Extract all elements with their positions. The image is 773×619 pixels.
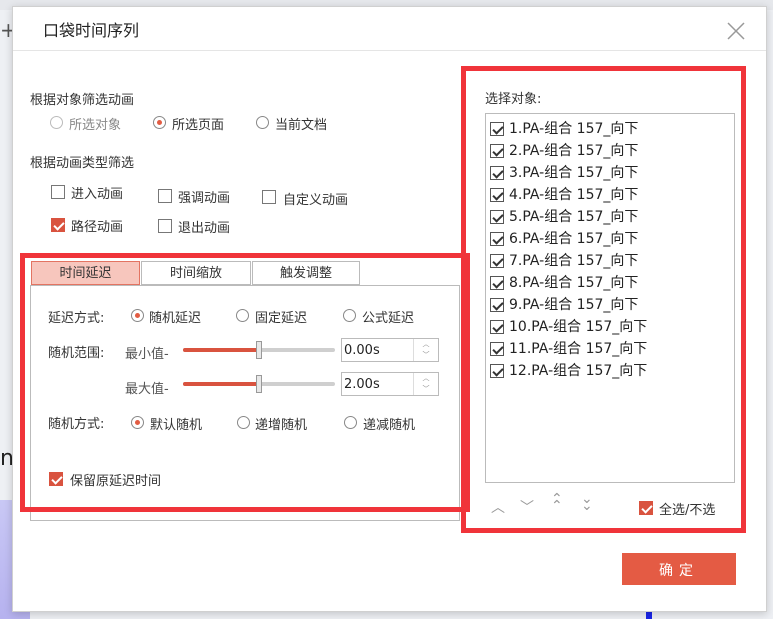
list-item-label: 5.PA-组合 157_向下 [509,209,639,225]
move-up-icon[interactable]: ︿ [491,497,505,517]
checkbox[interactable] [490,342,504,356]
list-item-label: 6.PA-组合 157_向下 [509,231,639,247]
time-delay-panel: 延迟方式: 随机延迟 固定延迟 公式延迟 随机范围: 最小值- 0.00s ︿ … [30,285,460,521]
list-item-label: 11.PA-组合 157_向下 [509,341,648,357]
list-item-label: 9.PA-组合 157_向下 [509,297,639,313]
random-mode-label: 随机方式: [48,417,105,432]
checkbox-label: 强调动画 [178,191,231,206]
move-top-icon[interactable]: ⌃ ⌃ [551,492,563,513]
min-value-slider[interactable] [183,338,335,362]
checkbox[interactable] [490,320,504,334]
checkbox[interactable] [490,166,504,180]
checkbox[interactable] [490,298,504,312]
radio-button[interactable] [131,309,144,322]
list-item-label: 4.PA-组合 157_向下 [509,187,639,203]
move-down-icon[interactable]: ﹀ [520,497,534,517]
checkbox[interactable] [49,472,63,486]
object-list[interactable]: 1.PA-组合 157_向下 2.PA-组合 157_向下 3.PA-组合 157_… [485,113,735,483]
radio-label: 当前文档 [275,118,328,133]
radio-button[interactable] [131,416,144,429]
checkbox[interactable] [490,188,504,202]
radio-label: 公式延迟 [362,311,415,326]
min-value-label: 最小值- [125,347,169,362]
checkbox[interactable] [158,189,172,203]
max-value-stepper[interactable]: ︿﹀ [341,372,439,396]
checkbox-label: 全选/不选 [659,503,716,518]
radio-label: 所选对象 [69,118,122,133]
move-bottom-icon[interactable]: ⌄ ⌄ [581,492,593,513]
stepper-arrows[interactable]: ︿ ﹀ [413,339,438,361]
checkbox[interactable] [158,219,172,233]
delay-mode-label: 延迟方式: [48,311,105,326]
select-objects-heading: 选择对象: [485,92,542,107]
checkbox[interactable] [639,501,653,515]
radio-button[interactable] [153,116,166,129]
checkbox[interactable] [51,185,65,199]
checkbox[interactable] [262,190,276,204]
checkbox[interactable] [490,232,504,246]
radio-button[interactable] [236,309,249,322]
checkbox[interactable] [490,210,504,224]
tab-trigger-adjust[interactable]: 触发调整 [252,261,360,285]
min-value-stepper[interactable]: ︿﹀ [341,338,439,362]
list-item-label: 3.PA-组合 157_向下 [509,165,639,181]
list-item-label: 7.PA-组合 157_向下 [509,253,639,269]
filter-by-object-heading: 根据对象筛选动画 [30,93,135,108]
close-icon[interactable] [724,19,748,43]
slider-thumb[interactable] [256,375,262,393]
checkbox[interactable] [490,122,504,136]
max-value-slider[interactable] [183,372,335,396]
timing-tabs: 时间延迟 时间缩放 触发调整 延迟方式: 随机延迟 固定延迟 公式延迟 随机范围… [30,261,460,521]
radio-label: 随机延迟 [149,311,202,326]
min-value-input[interactable] [344,341,410,359]
list-item-label: 12.PA-组合 157_向下 [509,363,648,379]
radio-label: 递增随机 [255,418,308,433]
radio-button[interactable] [344,416,357,429]
checkbox[interactable] [51,218,65,232]
checkbox-label: 进入动画 [71,187,124,202]
checkbox[interactable] [490,144,504,158]
radio-button[interactable] [237,416,250,429]
checkbox[interactable] [490,276,504,290]
radio-button[interactable] [50,116,63,129]
ok-button[interactable]: 确定 [622,553,736,585]
checkbox-label: 路径动画 [71,220,124,235]
radio-label: 所选页面 [172,118,225,133]
stepper-arrows[interactable]: ︿ ﹀ [413,373,438,395]
checkbox-label: 自定义动画 [283,193,349,208]
checkbox[interactable] [490,364,504,378]
max-value-input[interactable] [344,375,410,393]
list-item-label: 1.PA-组合 157_向下 [509,121,639,137]
list-item-label: 10.PA-组合 157_向下 [509,319,648,335]
checkbox[interactable] [490,254,504,268]
tab-time-delay[interactable]: 时间延迟 [31,261,140,285]
dialog-titlebar: 口袋时间序列 [13,7,766,51]
list-item-label: 2.PA-组合 157_向下 [509,143,639,159]
radio-button[interactable] [343,309,356,322]
slider-thumb[interactable] [256,341,262,359]
radio-button[interactable] [256,116,269,129]
pocket-time-sequence-dialog: 口袋时间序列 根据对象筛选动画 所选对象 所选页面 当前文档 根据动画类型筛选 … [12,6,767,612]
filter-by-type-heading: 根据动画类型筛选 [30,156,135,171]
list-item-label: 8.PA-组合 157_向下 [509,275,639,291]
random-range-label: 随机范围: [48,346,105,361]
slider-fill [183,348,259,352]
slider-fill [183,382,259,386]
checkbox-label: 退出动画 [178,221,231,236]
max-value-label: 最大值- [125,382,169,397]
radio-label: 递减随机 [363,418,416,433]
checkbox-label: 保留原延迟时间 [70,474,162,489]
radio-label: 固定延迟 [255,311,308,326]
dialog-title: 口袋时间序列 [43,21,140,40]
radio-label: 默认随机 [150,418,203,433]
tab-time-scale[interactable]: 时间缩放 [141,261,251,285]
